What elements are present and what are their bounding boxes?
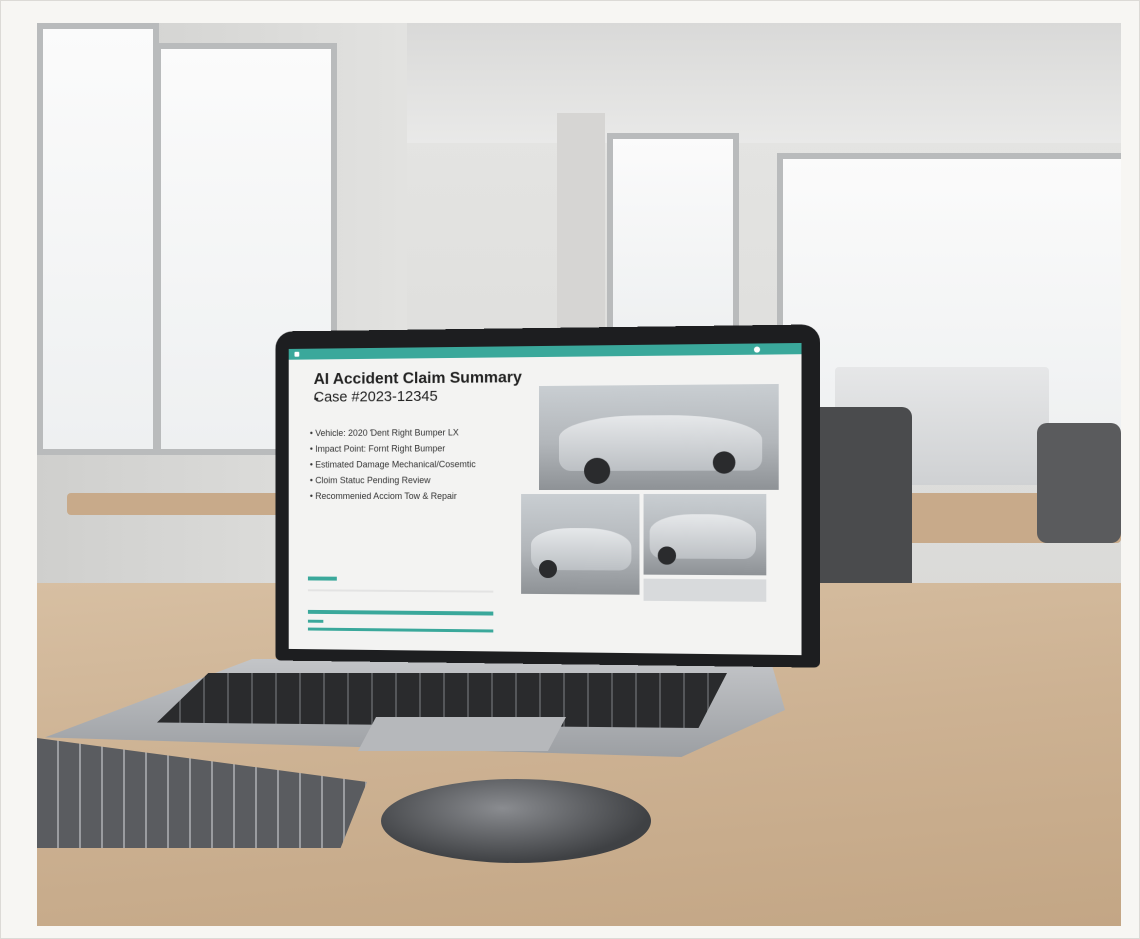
car-wheel (713, 451, 736, 473)
claim-details-list: Vehicle: 2020 Ɗent Right Bumper LX Impac… (310, 424, 535, 504)
window-left-1 (37, 23, 159, 455)
detail-impact-point: Impact Point: Fornt Right Bumper (310, 440, 535, 457)
car-wheel (539, 560, 557, 578)
car-photo-side (644, 494, 767, 575)
office-photo: AI Accident Claim Summary - Case #2023-1… (37, 23, 1121, 926)
office-chair-2 (1037, 423, 1121, 543)
laptop-lid: AI Accident Claim Summary - Case #2023-1… (275, 324, 820, 667)
image-frame: AI Accident Claim Summary - Case #2023-1… (0, 0, 1140, 939)
wireless-mouse (381, 779, 651, 863)
window-center (607, 133, 739, 345)
car-photo-front (521, 494, 639, 595)
progress-bar-2 (308, 620, 323, 623)
laptop-trackpad (358, 717, 566, 751)
car-wheel (658, 546, 676, 564)
divider-line (308, 589, 493, 592)
car-photo-main (539, 384, 779, 490)
app-header-bar (289, 343, 802, 360)
detail-claim-status: Cloim Statuc Pending Review (310, 472, 535, 488)
case-number: Case #2023-12345 (314, 388, 438, 406)
progress-bar-1 (308, 610, 493, 616)
status-dot-icon (754, 347, 760, 353)
app-window-icon (294, 352, 299, 357)
detail-recommended-action: Recommenied Acciom Tow & Repair (310, 488, 535, 504)
car-wheel (584, 458, 610, 484)
laptop-screen: AI Accident Claim Summary - Case #2023-1… (289, 343, 802, 655)
car-photo-detail (644, 579, 767, 602)
detail-vehicle: Vehicle: 2020 Ɗent Right Bumper LX (310, 424, 535, 441)
progress-bar-short (308, 577, 337, 581)
back-desk-left (67, 493, 297, 515)
progress-bar-3 (308, 628, 493, 633)
ceiling (407, 23, 1121, 143)
detail-estimated-damage: Estimated Damage Mechanical/Cosemtic (310, 456, 535, 472)
